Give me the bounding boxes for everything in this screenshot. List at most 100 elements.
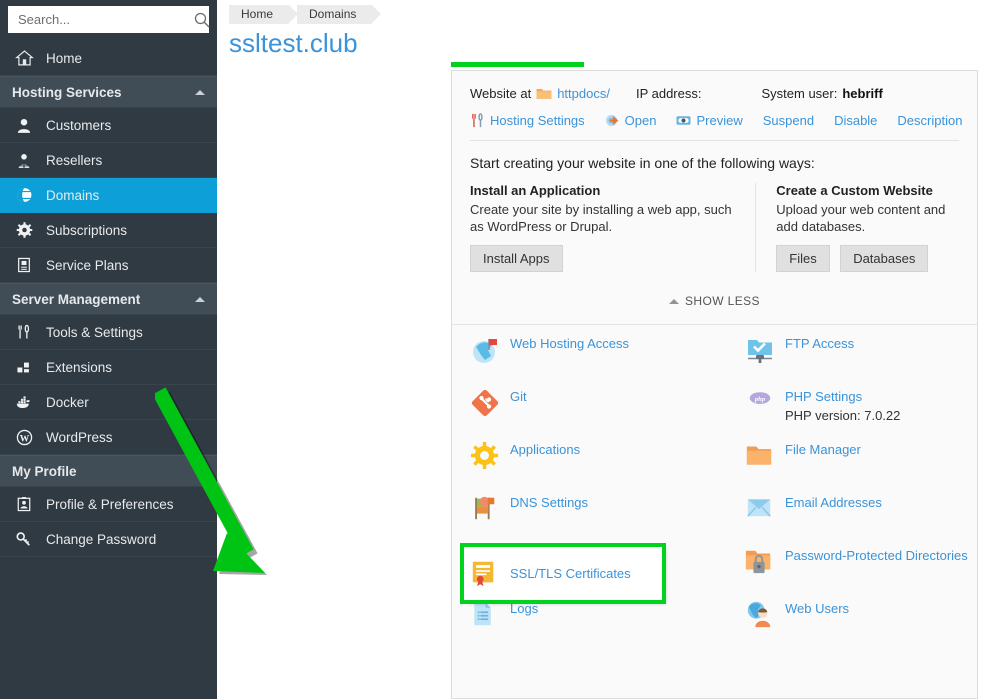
action-label: Suspend xyxy=(763,113,814,128)
web-hosting-access-icon xyxy=(470,335,500,365)
tile-password-protected-directories[interactable]: Password-Protected Directories xyxy=(745,547,983,600)
breadcrumb-item-home[interactable]: Home xyxy=(229,5,289,24)
tile-label: Applications xyxy=(510,442,580,457)
databases-button[interactable]: Databases xyxy=(840,245,928,272)
sidebar-group-my-profile[interactable]: My Profile xyxy=(0,455,217,487)
tile-label: File Manager xyxy=(785,442,861,457)
sidebar: Home Hosting Services Customers xyxy=(0,0,217,699)
ftp-access-icon xyxy=(745,335,775,365)
tile-dns-settings[interactable]: DNS Settings xyxy=(470,494,745,547)
open-arrow-icon xyxy=(605,113,620,128)
title-underline-annotation xyxy=(451,62,584,67)
tile-web-hosting-access[interactable]: Web Hosting Access xyxy=(470,335,745,388)
tile-label: Web Users xyxy=(785,601,849,616)
sidebar-item-domains[interactable]: Domains xyxy=(0,178,217,213)
ssl-certificate-icon xyxy=(470,559,500,589)
action-preview[interactable]: Preview xyxy=(676,113,742,128)
password-protected-icon xyxy=(745,547,775,577)
tile-file-manager[interactable]: File Manager xyxy=(745,441,983,494)
sidebar-item-home[interactable]: Home xyxy=(0,41,217,76)
sidebar-item-wordpress[interactable]: W WordPress xyxy=(0,420,217,455)
sidebar-item-label: Domains xyxy=(46,188,99,203)
folder-icon xyxy=(536,87,552,100)
breadcrumb-item-domains[interactable]: Domains xyxy=(297,5,372,24)
file-manager-icon xyxy=(745,441,775,471)
sidebar-item-label: Customers xyxy=(46,118,111,133)
tile-git[interactable]: Git xyxy=(470,388,745,441)
tile-ftp-access[interactable]: FTP Access xyxy=(745,335,983,388)
sidebar-group-hosting-services[interactable]: Hosting Services xyxy=(0,76,217,108)
sidebar-item-label: Service Plans xyxy=(46,258,129,273)
action-disable[interactable]: Disable xyxy=(834,113,877,128)
sidebar-item-resellers[interactable]: Resellers xyxy=(0,143,217,178)
web-users-icon xyxy=(745,600,775,630)
wordpress-icon: W xyxy=(13,427,35,447)
user-icon xyxy=(13,115,35,135)
tile-web-users[interactable]: Web Users xyxy=(745,600,983,653)
sidebar-item-customers[interactable]: Customers xyxy=(0,108,217,143)
globe-icon xyxy=(13,185,35,205)
tile-logs[interactable]: Logs xyxy=(470,600,745,653)
app-root: Home Hosting Services Customers xyxy=(0,0,983,699)
tile-label: Password-Protected Directories xyxy=(785,548,968,563)
tools-icon xyxy=(13,322,35,342)
gear-icon xyxy=(13,220,35,240)
logs-icon xyxy=(470,600,500,630)
sidebar-group-server-management[interactable]: Server Management xyxy=(0,283,217,315)
tile-label: Email Addresses xyxy=(785,495,882,510)
sidebar-item-change-password[interactable]: Change Password xyxy=(0,522,217,557)
site-actions: Hosting Settings Open xyxy=(470,113,959,128)
breadcrumb: Home Domains xyxy=(217,0,983,26)
search-icon[interactable] xyxy=(194,12,210,28)
tile-ssl-tls-certificates[interactable]: SSL/TLS Certificates xyxy=(464,547,662,600)
sidebar-item-extensions[interactable]: Extensions xyxy=(0,350,217,385)
docker-icon xyxy=(13,392,35,412)
create-website-section: Start creating your website in one of th… xyxy=(452,141,977,278)
action-suspend[interactable]: Suspend xyxy=(763,113,814,128)
sidebar-item-label: Resellers xyxy=(46,153,102,168)
tile-label: Web Hosting Access xyxy=(510,336,629,351)
tile-email-addresses[interactable]: Email Addresses xyxy=(745,494,983,547)
sidebar-item-service-plans[interactable]: Service Plans xyxy=(0,248,217,283)
sidebar-item-tools-settings[interactable]: Tools & Settings xyxy=(0,315,217,350)
action-open[interactable]: Open xyxy=(605,113,657,128)
custom-website-column: Create a Custom Website Upload your web … xyxy=(756,183,959,272)
tile-applications[interactable]: Applications xyxy=(470,441,745,494)
sidebar-item-subscriptions[interactable]: Subscriptions xyxy=(0,213,217,248)
website-at-label: Website at xyxy=(470,86,531,101)
sidebar-item-label: Profile & Preferences xyxy=(46,497,174,512)
php-version-text: PHP version: 7.0.22 xyxy=(785,406,900,425)
httpdocs-link[interactable]: httpdocs/ xyxy=(557,86,610,101)
action-hosting-settings[interactable]: Hosting Settings xyxy=(470,113,585,128)
sidebar-item-label: Extensions xyxy=(46,360,112,375)
svg-text:php: php xyxy=(754,396,766,403)
sidebar-group-label: Hosting Services xyxy=(12,85,122,100)
page-title[interactable]: ssltest.club xyxy=(229,27,358,59)
domain-overview-panel: Website at httpdocs/ IP address: xyxy=(451,70,978,699)
website-at: Website at httpdocs/ xyxy=(470,86,610,101)
caret-up-icon[interactable] xyxy=(195,90,205,95)
sidebar-item-profile-preferences[interactable]: Profile & Preferences xyxy=(0,487,217,522)
home-icon xyxy=(13,48,35,68)
action-label: Preview xyxy=(696,113,742,128)
tile-php-settings[interactable]: php PHP Settings PHP version: 7.0.22 xyxy=(745,388,983,441)
sidebar-item-label: Subscriptions xyxy=(46,223,127,238)
create-website-columns: Install an Application Create your site … xyxy=(470,183,959,272)
system-user-value: hebriff xyxy=(842,86,882,101)
sidebar-item-docker[interactable]: Docker xyxy=(0,385,217,420)
search-box[interactable] xyxy=(8,6,209,33)
action-label: Disable xyxy=(834,113,877,128)
sidebar-item-label: Home xyxy=(46,51,82,66)
tools-grid: Web Hosting Access FTP Access xyxy=(452,325,977,653)
create-website-heading: Start creating your website in one of th… xyxy=(470,155,959,171)
files-button[interactable]: Files xyxy=(776,245,829,272)
tile-label: DNS Settings xyxy=(510,495,588,510)
install-apps-button[interactable]: Install Apps xyxy=(470,245,563,272)
action-description[interactable]: Description xyxy=(897,113,962,128)
sidebar-group-label: My Profile xyxy=(12,464,77,479)
caret-up-icon[interactable] xyxy=(195,297,205,302)
search-input[interactable] xyxy=(18,12,194,27)
svg-text:W: W xyxy=(19,434,29,444)
show-less-toggle[interactable]: SHOW LESS xyxy=(452,278,977,324)
caret-up-icon[interactable] xyxy=(195,469,205,474)
